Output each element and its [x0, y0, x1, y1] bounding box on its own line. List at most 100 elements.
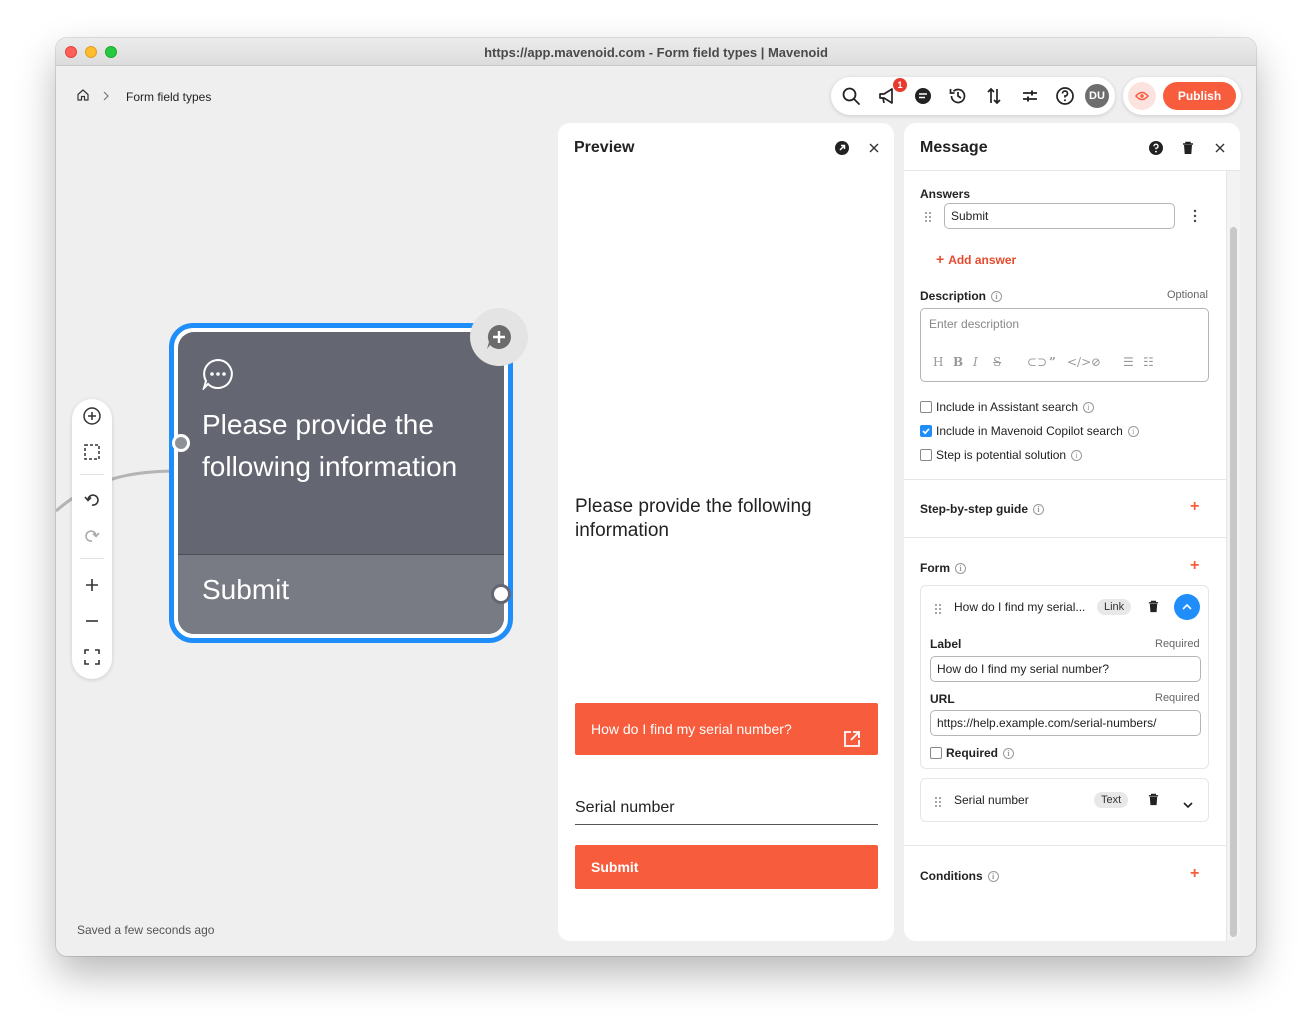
notification-badge: 1 [893, 78, 907, 92]
answer-input[interactable]: Submit [944, 203, 1175, 229]
copilot-search-checkbox[interactable] [920, 425, 932, 437]
trash-icon[interactable] [1147, 793, 1160, 811]
app-window: https://app.mavenoid.com - Form field ty… [56, 38, 1256, 956]
code-icon[interactable]: </> [1067, 355, 1091, 369]
description-placeholder: Enter description [929, 317, 1020, 331]
bullet-list-icon[interactable]: ☰ [1123, 355, 1134, 369]
preview-link-button[interactable]: How do I find my serial number? [575, 703, 878, 755]
label-input[interactable]: How do I find my serial number? [930, 656, 1201, 682]
close-preview-icon[interactable] [864, 138, 884, 158]
scrollbar-thumb[interactable] [1230, 227, 1237, 937]
info-icon: i [1033, 504, 1045, 515]
add-condition-button[interactable]: + [1190, 865, 1199, 883]
form-field-title[interactable]: Serial number [954, 793, 1029, 807]
numbered-list-icon[interactable]: ☷ [1143, 355, 1154, 369]
open-external-icon[interactable] [832, 138, 852, 158]
sliders-icon[interactable] [1018, 84, 1042, 108]
add-form-field-button[interactable]: + [1190, 557, 1199, 575]
guide-label: Step-by-step guide i [920, 502, 1045, 516]
potential-solution-text: Step is potential solution [936, 448, 1067, 462]
message-header: Message [904, 123, 1240, 171]
home-icon[interactable] [76, 88, 90, 105]
trash-icon[interactable] [1147, 600, 1160, 618]
plus-icon: + [936, 251, 945, 267]
fit-view-icon[interactable] [80, 645, 104, 669]
undo-icon[interactable] [80, 488, 104, 512]
history-icon[interactable] [946, 84, 970, 108]
canvas-controls [72, 399, 112, 679]
heading-icon[interactable]: H [933, 355, 943, 369]
add-connected-step-icon[interactable] [470, 308, 528, 366]
label-required-note: Required [1155, 638, 1200, 650]
required-label-text: Required [946, 746, 999, 760]
preview-title: Preview [574, 139, 635, 156]
redo-icon[interactable] [80, 524, 104, 548]
collapse-chevron-icon[interactable] [1174, 594, 1200, 620]
search-icon[interactable] [839, 84, 863, 108]
info-icon: i [1127, 426, 1139, 437]
preview-panel: Preview Please provide the following inf… [558, 123, 894, 941]
drag-handle-icon[interactable] [924, 210, 932, 222]
assistant-search-label: Include in Assistant search i [936, 400, 1095, 414]
publish-button[interactable]: Publish [1163, 82, 1236, 110]
potential-solution-checkbox[interactable] [920, 449, 932, 461]
add-answer-button[interactable]: + Add answer [936, 251, 1016, 267]
form-label: Form i [920, 561, 966, 575]
select-area-icon[interactable] [80, 440, 104, 464]
more-options-icon[interactable] [1192, 209, 1198, 228]
panel-scrollbar[interactable] [1226, 171, 1240, 941]
message-node[interactable]: Please provide the following information… [169, 323, 513, 643]
node-output-port[interactable] [491, 584, 511, 604]
strikethrough-icon[interactable]: S [993, 355, 1001, 369]
preview-link-label: How do I find my serial number? [591, 721, 792, 737]
node-answer-label[interactable]: Submit [202, 574, 289, 606]
info-icon: i [1083, 402, 1095, 413]
chat-icon[interactable] [911, 84, 935, 108]
message-panel: Message Answers Submit + Add answer Descr… [904, 123, 1240, 941]
conditions-label: Conditions i [920, 869, 999, 883]
close-panel-icon[interactable] [1210, 138, 1230, 158]
drag-handle-icon[interactable] [934, 602, 942, 614]
field-type-badge: Text [1094, 792, 1129, 808]
node-title: Please provide the following information [202, 409, 458, 482]
eye-icon[interactable] [1128, 82, 1156, 110]
add-step-icon[interactable] [80, 404, 104, 428]
description-editor[interactable]: Enter description H B I S ⊂⊃ ” </> ⊘ ☰ ☷ [920, 308, 1209, 382]
add-guide-button[interactable]: + [1190, 498, 1199, 516]
form-field-card-text: Serial number Text [920, 778, 1209, 822]
trash-icon[interactable] [1178, 138, 1198, 158]
conditions-label-text: Conditions [920, 869, 983, 883]
link-icon[interactable]: ⊂⊃ [1027, 355, 1047, 369]
bold-icon[interactable]: B [953, 355, 963, 369]
external-link-icon [842, 718, 862, 770]
info-icon: i [955, 563, 966, 574]
divider [904, 845, 1226, 846]
info-icon: i [987, 871, 999, 882]
zoom-out-icon[interactable] [80, 609, 104, 633]
italic-icon[interactable]: I [973, 355, 978, 369]
url-required-note: Required [1155, 692, 1200, 704]
preview-submit-button[interactable]: Submit [575, 845, 878, 889]
divider [80, 558, 104, 559]
description-label: Description i [920, 289, 1003, 303]
zoom-in-icon[interactable] [80, 573, 104, 597]
quote-icon[interactable]: ” [1049, 355, 1056, 369]
window-title: https://app.mavenoid.com - Form field ty… [484, 45, 828, 60]
attachment-icon[interactable]: ⊘ [1091, 355, 1101, 369]
help-icon[interactable] [1053, 84, 1077, 108]
drag-handle-icon[interactable] [934, 795, 942, 807]
required-label: Required i [946, 746, 1015, 760]
url-input[interactable]: https://help.example.com/serial-numbers/ [930, 710, 1201, 736]
node-input-port[interactable] [172, 434, 190, 452]
expand-chevron-icon[interactable] [1182, 796, 1194, 814]
avatar[interactable]: DU [1085, 84, 1109, 108]
sort-icon[interactable] [982, 84, 1006, 108]
required-checkbox[interactable] [930, 747, 942, 759]
form-label-text: Form [920, 561, 950, 575]
form-field-title[interactable]: How do I find my serial... [954, 600, 1085, 614]
preview-serial-field[interactable]: Serial number [575, 799, 878, 825]
title-bar: https://app.mavenoid.com - Form field ty… [56, 38, 1256, 66]
help-icon[interactable] [1146, 138, 1166, 158]
assistant-search-checkbox[interactable] [920, 401, 932, 413]
breadcrumb-current[interactable]: Form field types [126, 90, 211, 104]
